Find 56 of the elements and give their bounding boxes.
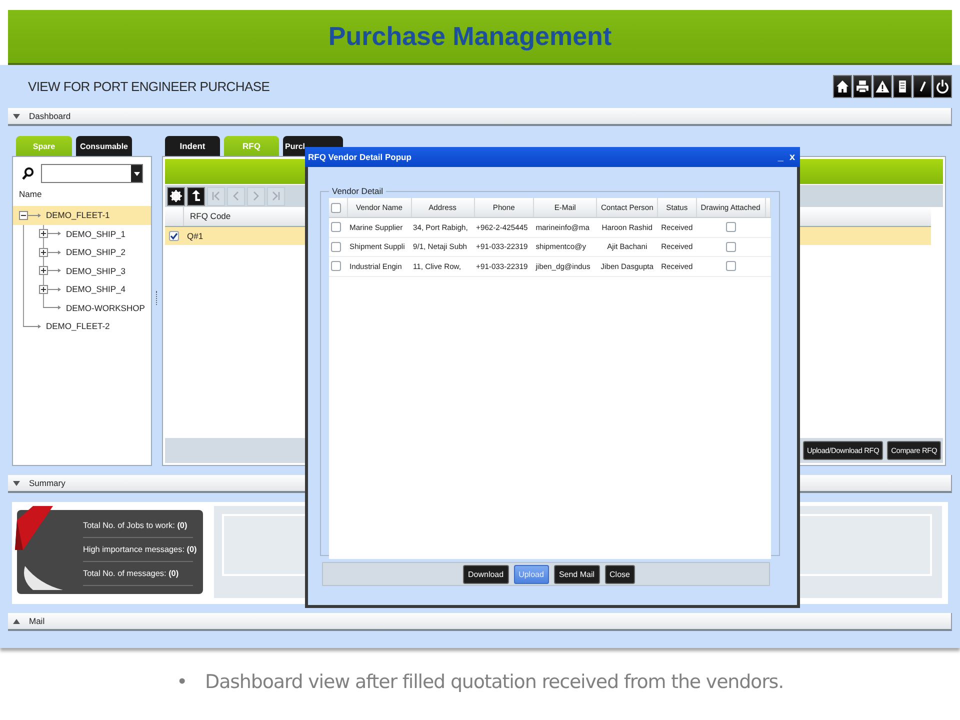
view-title: VIEW FOR PORT ENGINEER PURCHASE <box>27 79 270 94</box>
document-button[interactable] <box>893 75 912 98</box>
home-button[interactable] <box>833 75 852 98</box>
section-header[interactable]: Dashboard <box>8 108 952 126</box>
tree-item[interactable]: DEMO_FLEET-2 <box>13 317 151 336</box>
arrow-button[interactable] <box>187 186 205 206</box>
gear-icon <box>170 190 182 202</box>
summary-text: Total No. of messages: (0) <box>83 569 179 578</box>
edit-button[interactable] <box>913 75 932 98</box>
section-header[interactable]: Mail <box>8 613 952 631</box>
printer-icon <box>854 78 871 95</box>
tree-item[interactable]: DEMO_FLEET-1 <box>13 206 151 224</box>
tree-item[interactable]: DEMO-WORKSHOP <box>13 298 151 317</box>
search-icon <box>22 167 34 180</box>
home-icon <box>834 78 851 95</box>
arrow-icon <box>48 248 62 256</box>
tree-item[interactable]: DEMO_SHIP_3 <box>13 262 151 280</box>
warning-icon <box>874 78 891 95</box>
settings-button[interactable] <box>167 186 185 206</box>
group-label: Vendor Detail <box>331 186 384 196</box>
action-button[interactable]: Download <box>463 564 509 584</box>
tab[interactable]: Consumable <box>76 136 132 156</box>
arrow-icon <box>48 267 62 274</box>
tree-item[interactable]: DEMO_SHIP_4 <box>13 280 151 298</box>
action-button[interactable]: Send Mail <box>554 564 600 584</box>
section-title: Dashboard <box>29 111 71 121</box>
warning-button[interactable] <box>873 75 892 98</box>
print-button[interactable] <box>853 75 872 98</box>
bullet: • <box>176 671 188 693</box>
caption-text: Dashboard view after filled quotation received from the vendors. <box>205 671 784 693</box>
minimize-button[interactable]: _ <box>776 152 784 162</box>
arrow-icon <box>48 286 62 293</box>
tab[interactable]: Indent <box>165 136 220 156</box>
summary-text: High importance messages: (0) <box>83 545 197 554</box>
first-page-icon <box>211 191 221 201</box>
slide-title: Purchase Management <box>328 21 613 52</box>
column-header: Name <box>18 188 43 201</box>
action-button[interactable]: Close <box>604 564 635 584</box>
tree-item[interactable]: DEMO_SHIP_1 <box>13 224 151 243</box>
arrow-icon <box>48 230 62 238</box>
arrow-icon <box>28 212 42 219</box>
column-header: RFQ Code <box>190 210 231 223</box>
power-icon <box>934 78 951 95</box>
power-button[interactable] <box>933 75 952 98</box>
last-page-icon <box>271 191 281 201</box>
caret-down-icon <box>134 172 140 176</box>
previous-page-icon <box>231 191 241 201</box>
arrow-icon <box>191 190 201 202</box>
summary-text: Total No. of Jobs to work: (0) <box>83 521 188 530</box>
tree-item[interactable]: DEMO_SHIP_2 <box>13 243 151 262</box>
window-x-button[interactable]: x <box>788 152 796 162</box>
next-page-icon <box>251 191 261 201</box>
dropdown-button[interactable] <box>131 165 142 182</box>
section-title: Mail <box>29 616 45 626</box>
section-title: Summary <box>29 478 66 488</box>
search-field[interactable] <box>41 164 143 183</box>
